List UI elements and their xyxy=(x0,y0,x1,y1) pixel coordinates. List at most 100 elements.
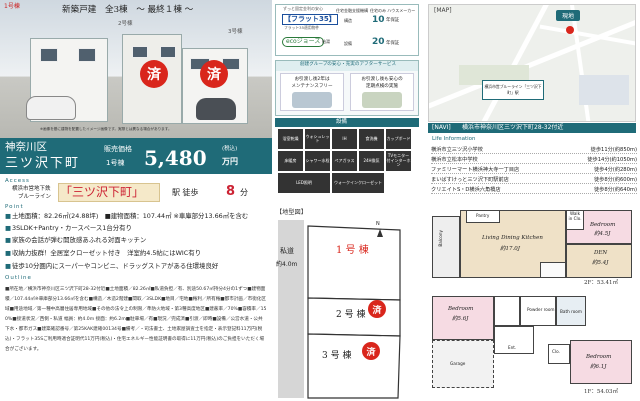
point-item: 収納力抜群！全居室クローゼット付き 洋室約4.5帖にはWIC有り xyxy=(5,250,201,257)
sold-mark-lot3: 済 xyxy=(362,342,380,360)
life-item-name: ファミリーマート横浜神大寺一丁目店 xyxy=(431,167,520,173)
life-item-dist: 徒歩4分(約280m) xyxy=(593,167,637,173)
photo-caption: ※画像を基に建物を配置したイメージ画像です。実際とは異なる場合があります。 xyxy=(40,127,172,131)
price-label: 販売価格 xyxy=(104,145,132,153)
house-photo: 1号棟 新築戸建 全3棟 ～ 最終１棟 ～ 2号棟 3号棟 済 済 ※画像を基に… xyxy=(0,0,272,138)
balcony xyxy=(432,216,460,278)
life-item-name: 横浜市立松本中学校 xyxy=(431,157,478,163)
eco-logo: ecoジョーズ xyxy=(282,37,325,47)
bedroom-1f-b-size: 約6.1J xyxy=(590,364,607,370)
equip-icon: LED照明 xyxy=(278,173,330,193)
price-value: 5,480 xyxy=(144,146,207,170)
lot-1: 1 号 棟 xyxy=(336,245,369,256)
staff-illustration xyxy=(362,92,402,108)
bedroom-1f-b-label: Bedroom xyxy=(586,354,612,360)
lot-3: 3 号 棟 xyxy=(322,351,352,361)
price-place: 三ツ沢下町 xyxy=(5,156,81,171)
flat35-brand: 【フラット35】 xyxy=(282,14,338,25)
powder-label: Powder room xyxy=(527,307,555,312)
bedroom-1f-b xyxy=(570,340,632,384)
wic-label: Walk in Clo. xyxy=(568,211,582,221)
flat35-years: 10 xyxy=(372,15,385,25)
access-station: 「三ツ沢下町」 xyxy=(60,185,145,199)
eco-label: 給湯 xyxy=(322,39,330,44)
flat35-house-label: 住宅のみ ハウスメーカー xyxy=(370,8,416,13)
unit1-tag: 1号棟 xyxy=(4,3,20,10)
flat35-pre: ずっと固定金利の安心 xyxy=(283,6,323,11)
wc-room xyxy=(494,296,520,326)
access-line2: ブルーライン xyxy=(18,194,52,200)
navi-label: [NAVI] xyxy=(432,124,451,131)
life-item: まいばすけっと三ツ沢下町駅前店 徒歩8分(約600m) xyxy=(431,176,637,184)
after-item-1: お引渡し後2年は メンテナンスフリー xyxy=(291,77,333,89)
flat35-term: 20 xyxy=(372,37,385,47)
bath-label: Bath room xyxy=(560,309,582,314)
access-walk-unit: 分 xyxy=(240,188,248,197)
pantry-label: Pantry xyxy=(476,213,490,218)
bedroom-1f-a-size: 約5.6J xyxy=(452,316,469,322)
car-white xyxy=(26,96,76,120)
ldk-size: 約17.0J xyxy=(500,246,520,252)
equip-icon: ウォークインクローゼット xyxy=(332,173,384,193)
life-item-dist: 徒歩14分(約1050m) xyxy=(587,157,637,163)
equip-icon: TVモニター付インターホン xyxy=(386,151,411,171)
unit2-tag: 2号棟 xyxy=(118,21,133,27)
sold-mark-unit2: 済 xyxy=(140,60,168,88)
access-walk-label: 駅 徒歩 xyxy=(172,188,199,197)
life-heading: Life Information xyxy=(432,136,476,142)
life-item: 横浜市立三ツ沢小学校 徒歩11分(約850m) xyxy=(431,146,637,154)
life-item-dist: 徒歩8分(約640m) xyxy=(593,187,637,193)
life-item-name: 横浜市立三ツ沢小学校 xyxy=(431,147,483,153)
flat35-years-label: 構造 xyxy=(344,18,352,23)
life-item: 横浜市立松本中学校 徒歩14分(約1050m) xyxy=(431,156,637,164)
life-item-name: クリエイトS・D横浜六角橋店 xyxy=(431,187,501,193)
car-illustration xyxy=(292,92,332,108)
map-site-tag: 現地 xyxy=(556,10,580,21)
life-item: ファミリーマート横浜神大寺一丁目店 徒歩4分(約280m) xyxy=(431,166,637,174)
navi-address: 横浜市神奈川区三ツ沢下町28-32付近 xyxy=(462,124,564,131)
map-block xyxy=(579,75,629,105)
balcony-label: Balcony xyxy=(438,230,443,247)
price-tax: (税込) xyxy=(222,146,238,152)
outline-heading: Outline xyxy=(5,275,32,281)
garage-label: Garage xyxy=(450,361,466,366)
price-unit: 1号棟 xyxy=(106,159,125,167)
den-label: DEN xyxy=(594,250,608,256)
equip-icon: 食洗機 xyxy=(359,129,384,149)
map-heading: [MAP] xyxy=(434,7,452,14)
access-walk-min: 8 xyxy=(226,184,236,199)
floor-2f-area: 2F：53.41㎡ xyxy=(584,280,619,286)
site-marker-icon xyxy=(566,26,574,34)
lot-2: 2 号 棟 xyxy=(336,310,366,320)
equip-icon: 24H換気 xyxy=(359,151,384,171)
entrance-label: Ent. xyxy=(508,345,517,350)
point-item: 3SLDK+Pantry・カースペース1台分有り xyxy=(5,225,132,232)
point-item: 土地面積：82.26㎡(24.88坪) ■建物面積：107.44㎡ ※車庫部分1… xyxy=(5,213,248,220)
photo-headline: 新築戸建 全3棟 ～ 最終１棟 ～ xyxy=(62,5,194,15)
access-heading: Access xyxy=(5,178,30,184)
price-area: 神奈川区 xyxy=(5,141,47,153)
floor-1f-area: 1F：54.03㎡ xyxy=(584,389,619,395)
equip-icon: シャワー水栓 xyxy=(305,151,330,171)
point-heading: Point xyxy=(5,204,24,210)
flat35-term-label: 設備 xyxy=(344,41,352,46)
road-label: 私道 xyxy=(280,247,294,255)
life-item-name: まいばすけっと三ツ沢下町駅前店 xyxy=(431,177,509,183)
den-size: 約5.4J xyxy=(592,260,609,266)
sold-mark-lot2: 済 xyxy=(368,300,386,318)
after-heading: 創建グループの安心・充実のアフターサービス xyxy=(300,62,397,67)
life-item: クリエイトS・D横浜六角橋店 徒歩8分(約640m) xyxy=(431,186,637,194)
equip-icon: ウォシュレット xyxy=(305,129,330,149)
price-suffix: 万円 xyxy=(222,157,238,166)
access-line: 横浜市営地下鉄 xyxy=(12,186,51,192)
car-dark xyxy=(196,98,236,120)
north-mark: N xyxy=(376,221,380,227)
equip-icon: 床暖房 xyxy=(278,151,303,171)
flyer: 1号棟 新築戸建 全3棟 ～ 最終１棟 ～ 2号棟 3号棟 済 済 ※画像を基に… xyxy=(0,0,640,401)
outline-text: ■所在地／横浜市神奈川区三ツ沢下町28-32付近■土地面積／82.26㎡■私道負… xyxy=(5,287,267,352)
flat35-flag: 住宅金融支援機構 xyxy=(336,8,368,13)
kitchen-counter xyxy=(540,262,566,278)
flat35-sub: フラット35適用物件 xyxy=(284,25,320,30)
life-item-dist: 徒歩11分(約850m) xyxy=(590,147,637,153)
equip-icon: 浴室乾燥 xyxy=(278,129,303,149)
